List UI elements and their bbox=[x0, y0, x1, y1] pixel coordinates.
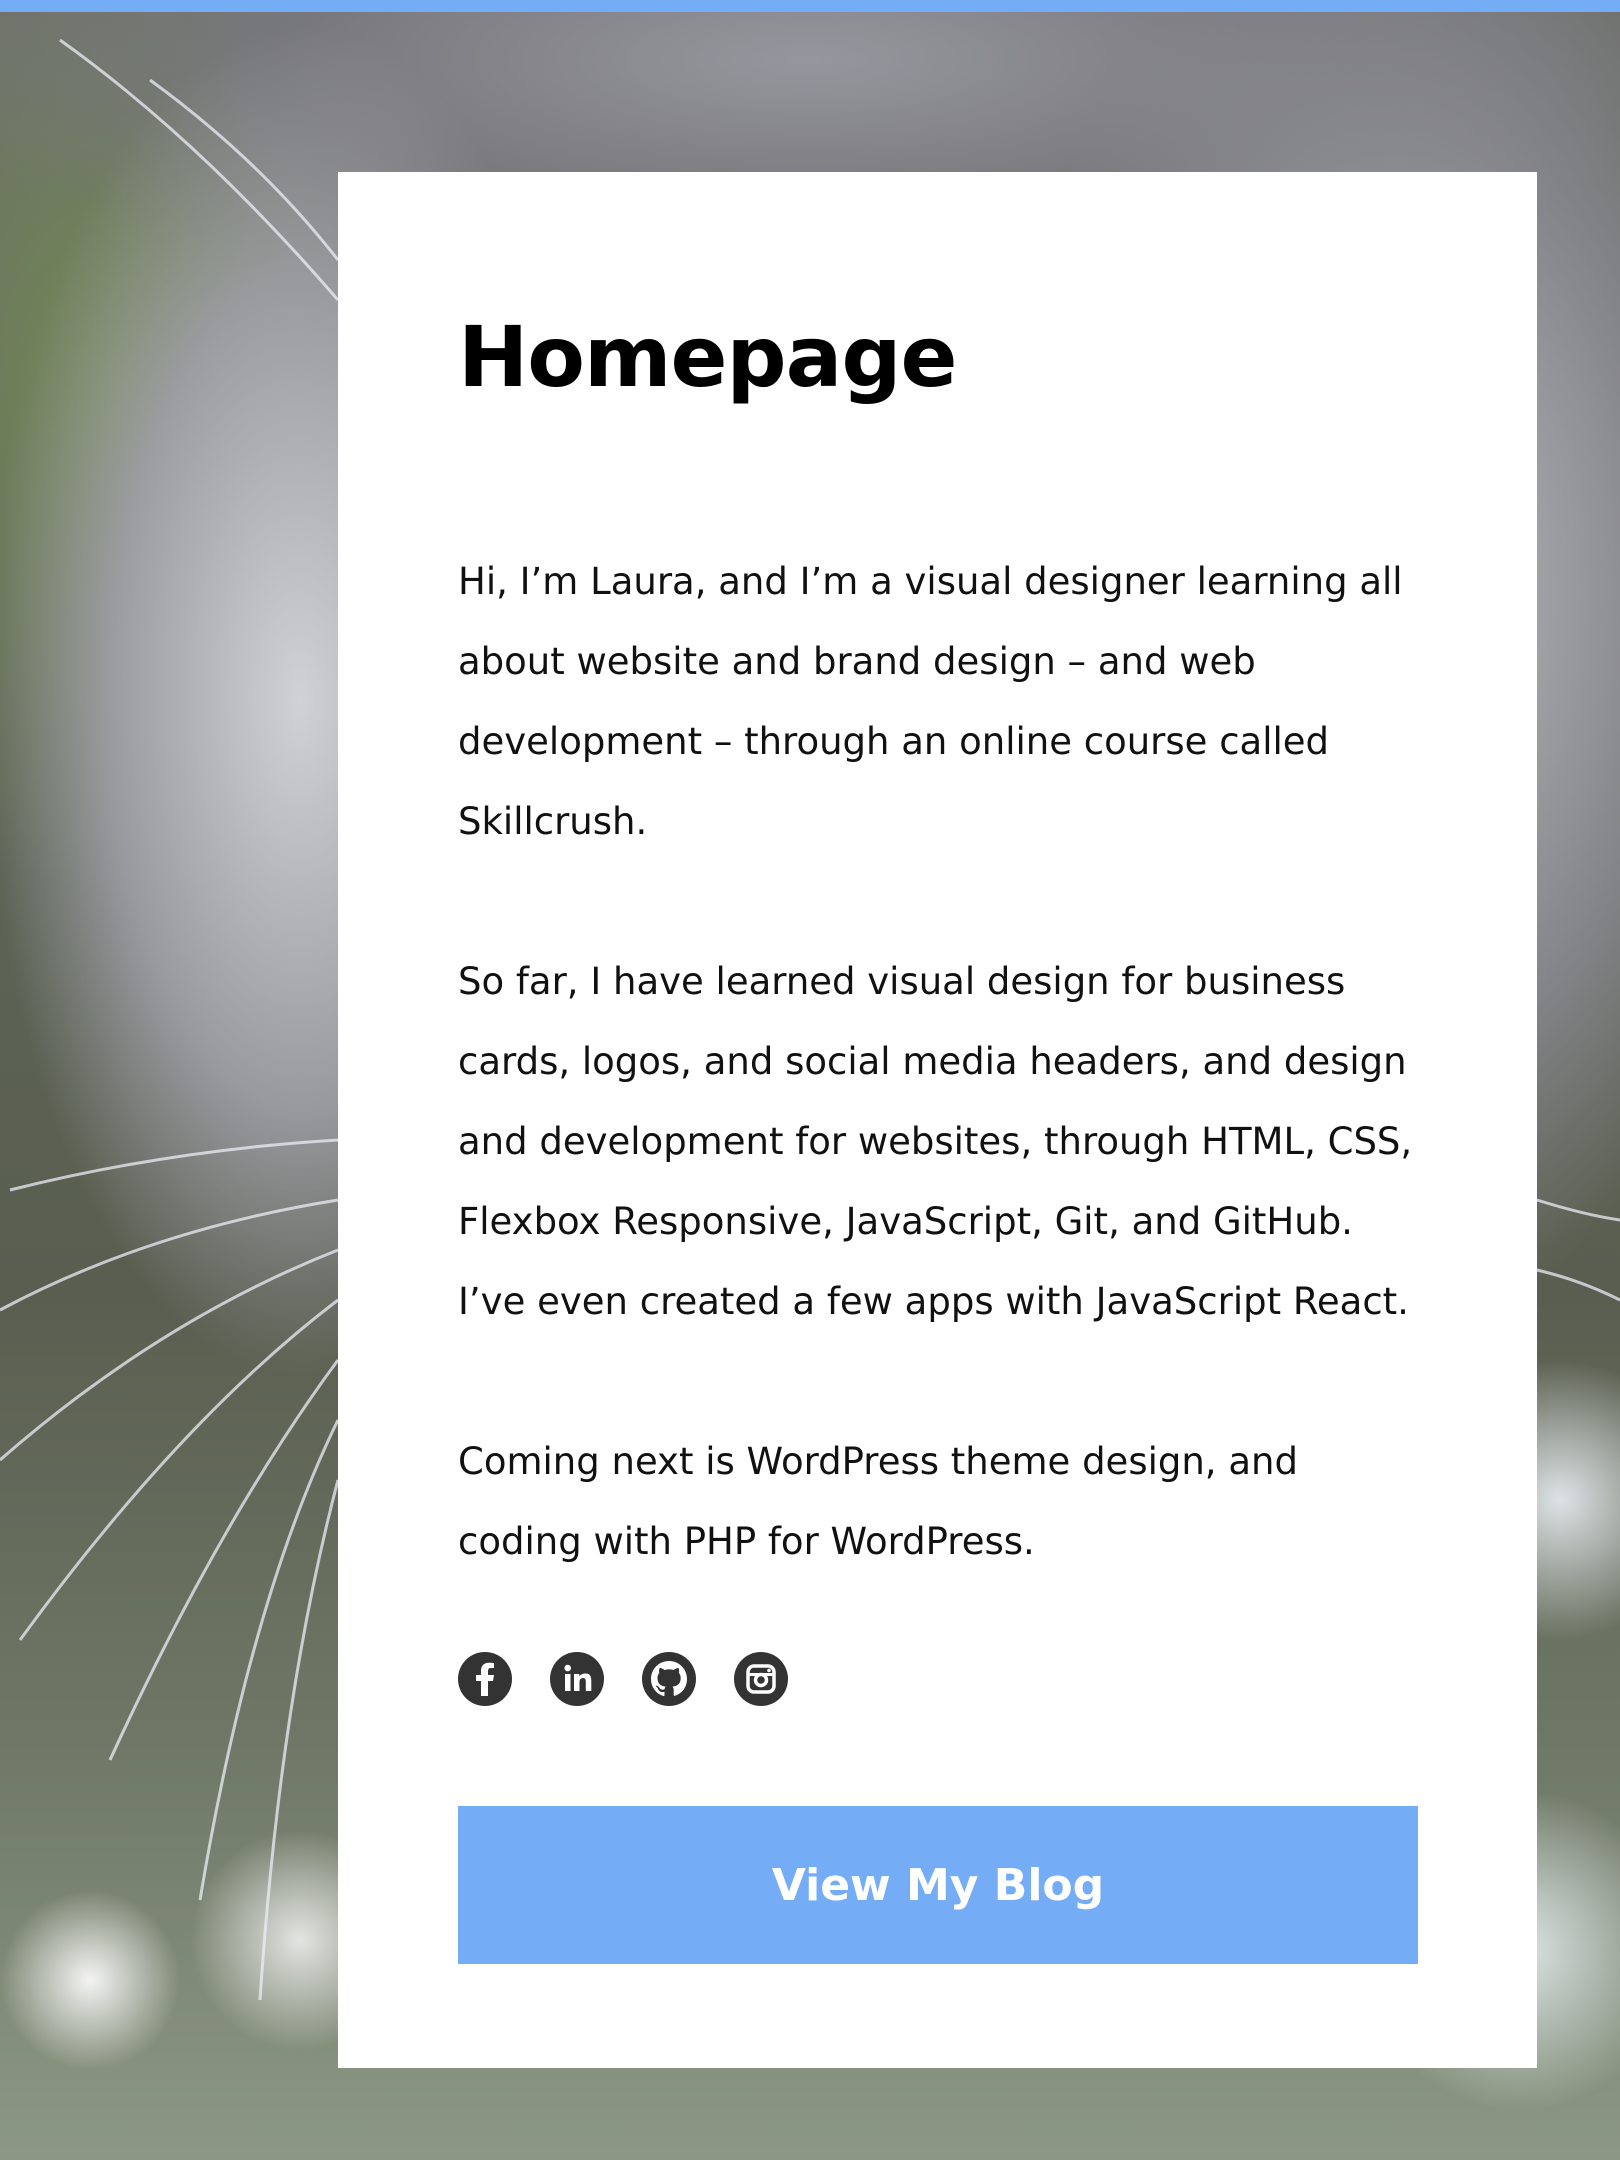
page-title: Homepage bbox=[458, 308, 957, 406]
next-steps-paragraph: Coming next is WordPress theme design, a… bbox=[458, 1440, 1298, 1563]
social-links bbox=[458, 1652, 1417, 1706]
github-link[interactable] bbox=[642, 1652, 696, 1706]
instagram-link[interactable] bbox=[734, 1652, 788, 1706]
skills-paragraph: So far, I have learned visual design for… bbox=[458, 960, 1413, 1323]
intro-paragraph: Hi, I’m Laura, and I’m a visual designer… bbox=[458, 560, 1403, 843]
content-card: Homepage Hi, I’m Laura, and I’m a visual… bbox=[338, 172, 1537, 2068]
facebook-link[interactable] bbox=[458, 1652, 512, 1706]
github-icon bbox=[651, 1661, 687, 1697]
linkedin-link[interactable] bbox=[550, 1652, 604, 1706]
linkedin-icon bbox=[564, 1664, 592, 1691]
instagram-icon bbox=[746, 1664, 776, 1694]
facebook-icon bbox=[476, 1662, 494, 1696]
view-blog-button[interactable]: View My Blog bbox=[458, 1806, 1418, 1964]
